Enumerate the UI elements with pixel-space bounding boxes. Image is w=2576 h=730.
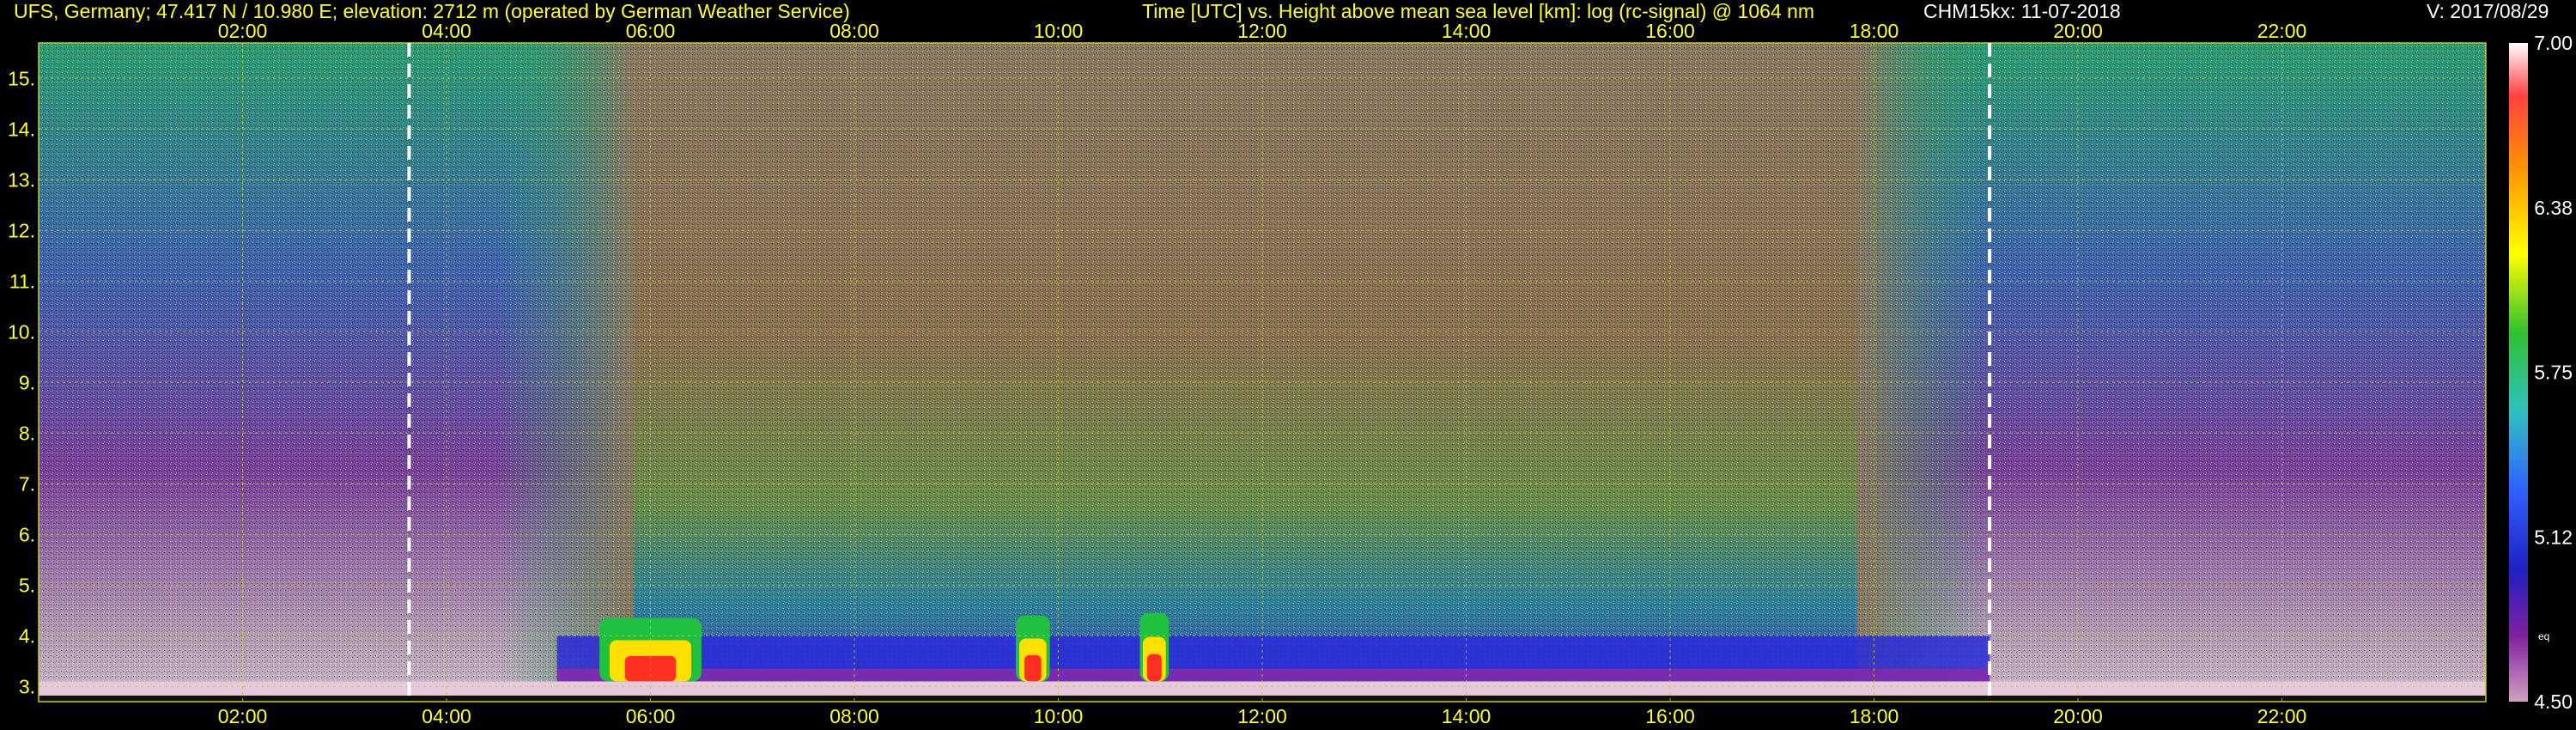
y-tick-label: 12. [8,219,35,241]
x-tick-label-top: 10:00 [1034,20,1084,42]
y-tick-label: 10. [8,320,35,343]
y-axis: 3. 4. 5. 6. 7. 8. 9. 10. 11. 12. 13. 14. 15. [8,67,35,697]
x-tick-label-bottom: 18:00 [1850,705,1899,727]
y-tick-label: 15. [8,67,35,89]
x-tick-label-bottom: 06:00 [626,705,676,727]
x-tick-label-top: 12:00 [1237,20,1287,42]
x-tick-label-bottom: 02:00 [218,705,268,727]
colorbar-scale [2509,43,2528,702]
x-tick-label-bottom: 08:00 [829,705,879,727]
x-tick-label-top: 14:00 [1442,20,1492,42]
y-tick-label: 5. [19,574,35,596]
colorbar-small-label: eq [2538,630,2549,642]
x-tick-label-bottom: 10:00 [1034,705,1084,727]
colorbar-tick-label: 4.50 [2534,690,2573,713]
y-tick-label: 7. [19,472,35,495]
x-tick-label-top: 02:00 [218,20,268,42]
x-tick-label-bottom: 12:00 [1237,705,1287,727]
y-tick-label: 14. [8,118,35,140]
y-tick-label: 8. [19,422,35,444]
y-tick-label: 6. [19,523,35,545]
x-tick-label-top: 20:00 [2053,20,2103,42]
x-tick-label-top: 08:00 [829,20,879,42]
x-tick-label-bottom: 14:00 [1442,705,1492,727]
y-tick-label: 3. [19,675,35,697]
x-tick-label-top: 18:00 [1850,20,1899,42]
colorbar-tick-label: 6.38 [2534,197,2573,219]
x-axis-bottom: 02:00 04:00 06:00 08:00 10:00 12:00 14:00 16:00… [218,705,2307,727]
cloud-cell-3 [1139,612,1170,682]
cloud-cell-2 [1016,615,1050,682]
cloud-core [1146,654,1162,682]
colorbar: 7.00 6.38 5.75 5.12 4.50 eq [2509,32,2573,713]
colorbar-tick-label: 7.00 [2534,32,2573,54]
ceilometer-plot: 02:00 04:00 06:00 08:00 10:00 12:00 14:00 16:00… [8,20,2573,727]
colorbar-tick-label: 5.12 [2534,526,2573,548]
y-tick-label: 11. [9,270,35,292]
x-tick-label-top: 06:00 [626,20,676,42]
x-tick-label-top: 16:00 [1645,20,1695,42]
y-tick-label: 4. [19,624,35,647]
y-tick-label: 13. [8,168,35,191]
x-tick-label-top: 04:00 [422,20,471,42]
y-tick-label: 9. [19,371,35,393]
x-tick-label-bottom: 22:00 [2257,705,2307,727]
x-tick-label-top: 22:00 [2257,20,2307,42]
x-tick-label-bottom: 04:00 [422,705,471,727]
aerosol-base [556,668,1990,682]
cloud-core [1024,654,1042,682]
colorbar-tick-label: 5.75 [2534,362,2573,384]
x-axis-top: 02:00 04:00 06:00 08:00 10:00 12:00 14:00 16:00… [218,20,2307,42]
x-tick-label-bottom: 20:00 [2053,705,2103,727]
x-tick-label-bottom: 16:00 [1645,705,1695,727]
